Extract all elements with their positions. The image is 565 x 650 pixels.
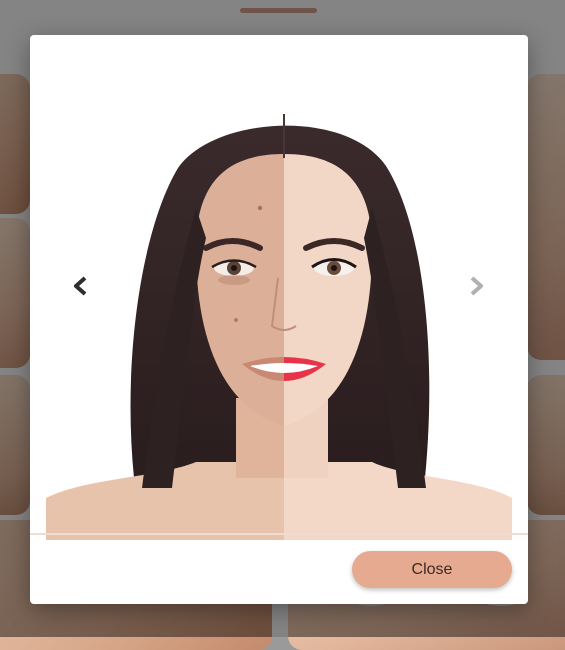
face-illustration [46, 114, 512, 540]
before-after-photo [46, 58, 512, 540]
modal-footer-divider [30, 533, 528, 535]
previous-image-button[interactable] [68, 274, 92, 298]
next-image-button[interactable] [465, 274, 489, 298]
close-button[interactable]: Close [352, 551, 512, 588]
image-preview-modal: Close [30, 35, 528, 604]
chevron-right-icon [470, 276, 483, 296]
chevron-left-icon [74, 276, 87, 296]
